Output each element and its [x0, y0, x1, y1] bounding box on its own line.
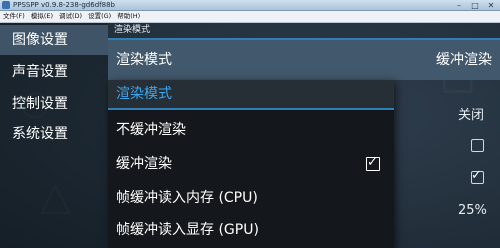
menu-emulation[interactable]: 模拟(E) [28, 11, 56, 22]
dialog-header-divider [108, 108, 394, 110]
option-label: 缓冲渲染 [116, 156, 172, 172]
option-no-buffer[interactable]: 不缓冲渲染 [108, 112, 394, 148]
setting-value-off: 关闭 [458, 108, 485, 123]
rendering-mode-setting[interactable]: 渲染模式 缓冲渲染 [108, 40, 500, 80]
window-title: PPSSPP v0.9.8-238-gd6df88b [13, 1, 115, 9]
selected-checkbox: ✓ [366, 155, 380, 171]
sidebar-item-controls[interactable]: 控制设置 [0, 89, 108, 119]
title-bar: PPSSPP v0.9.8-238-gd6df88b – □ ✕ [0, 0, 500, 11]
check-icon: ✓ [471, 168, 482, 183]
sidebar: 图像设置 声音设置 控制设置 系统设置 [0, 23, 108, 248]
setting-label: 渲染模式 [116, 52, 172, 68]
window-controls: – □ ✕ [454, 1, 496, 10]
option-buffered[interactable]: 缓冲渲染 ✓ [108, 146, 394, 182]
sidebar-item-graphics[interactable]: 图像设置 [0, 25, 108, 55]
sidebar-item-audio[interactable]: 声音设置 [0, 57, 108, 87]
maximize-button[interactable]: □ [470, 1, 480, 10]
option-label: 帧缓冲读入内存 (CPU) [116, 190, 258, 206]
option-read-to-vram-gpu[interactable]: 帧缓冲读入显存 (GPU) [108, 212, 394, 248]
setting-value: 缓冲渲染 [436, 52, 492, 68]
menu-debug[interactable]: 调试(D) [56, 11, 85, 22]
menu-settings[interactable]: 设置(G) [85, 11, 114, 22]
close-button[interactable]: ✕ [486, 1, 496, 10]
sidebar-item-system[interactable]: 系统设置 [0, 119, 108, 149]
menu-bar: 文件(F) 模拟(E) 调试(D) 设置(G) 帮助(H) [0, 11, 500, 23]
rendering-mode-dialog: 渲染模式 不缓冲渲染 缓冲渲染 ✓ 帧缓冲读入内存 (CPU) 帧缓冲读入显存 … [108, 80, 394, 248]
setting-value-percent: 25% [458, 203, 487, 218]
section-title: 渲染模式 [114, 25, 151, 35]
dialog-header: 渲染模式 [108, 80, 394, 108]
option-read-to-memory-cpu[interactable]: 帧缓冲读入内存 (CPU) [108, 180, 394, 216]
app-icon [2, 1, 10, 9]
dialog-title: 渲染模式 [116, 86, 172, 102]
setting-checkbox[interactable]: ✓ [471, 168, 484, 184]
minimize-button[interactable]: – [454, 1, 464, 10]
menu-file[interactable]: 文件(F) [0, 11, 28, 22]
setting-checkbox[interactable] [471, 139, 484, 152]
option-label: 帧缓冲读入显存 (GPU) [116, 222, 259, 238]
menu-help[interactable]: 帮助(H) [114, 11, 143, 22]
check-icon: ✓ [367, 155, 378, 170]
option-label: 不缓冲渲染 [116, 122, 186, 138]
